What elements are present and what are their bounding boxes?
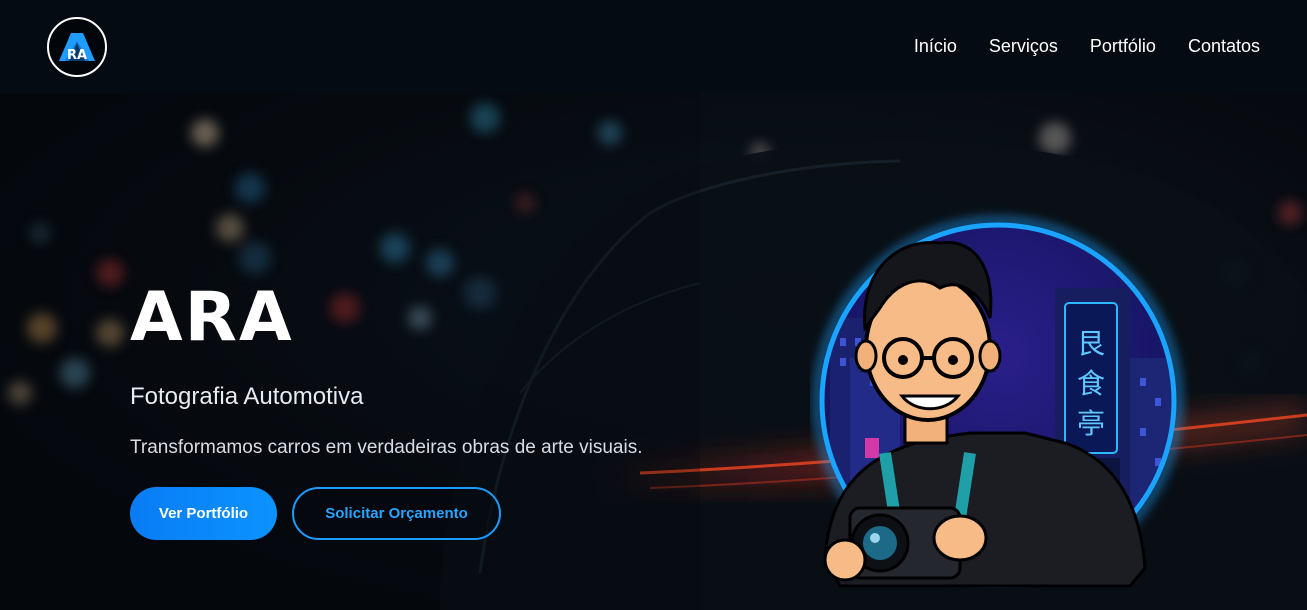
ara-logo-icon: RA [59,32,95,63]
photographer-avatar-illustration: 艮 食 亭 [810,198,1190,593]
logo-link[interactable]: RA [47,16,107,77]
svg-text:艮: 艮 [1077,327,1105,360]
site-header: RA Início Serviços Portfólio Contatos [0,0,1307,93]
svg-text:食: 食 [1077,367,1105,400]
nav-link-portfolio[interactable]: Portfólio [1090,36,1156,57]
page: RA Início Serviços Portfólio Contatos AR… [0,0,1307,610]
main-nav: Início Serviços Portfólio Contatos [914,36,1260,57]
request-quote-button[interactable]: Solicitar Orçamento [292,487,501,540]
hero-tagline: Transformamos carros em verdadeiras obra… [130,437,643,458]
hero-subtitle: Fotografia Automotiva [130,383,364,410]
nav-link-contatos[interactable]: Contatos [1188,36,1260,57]
nav-link-servicos[interactable]: Serviços [989,36,1058,57]
svg-text:RA: RA [67,48,87,63]
nav-link-inicio[interactable]: Início [914,36,957,57]
hero-section: ARA Fotografia Automotiva Transformamos … [0,93,1307,610]
brand-title: ARA [130,278,294,357]
svg-text:亭: 亭 [1077,407,1105,440]
view-portfolio-button[interactable]: Ver Portfólio [130,487,277,540]
